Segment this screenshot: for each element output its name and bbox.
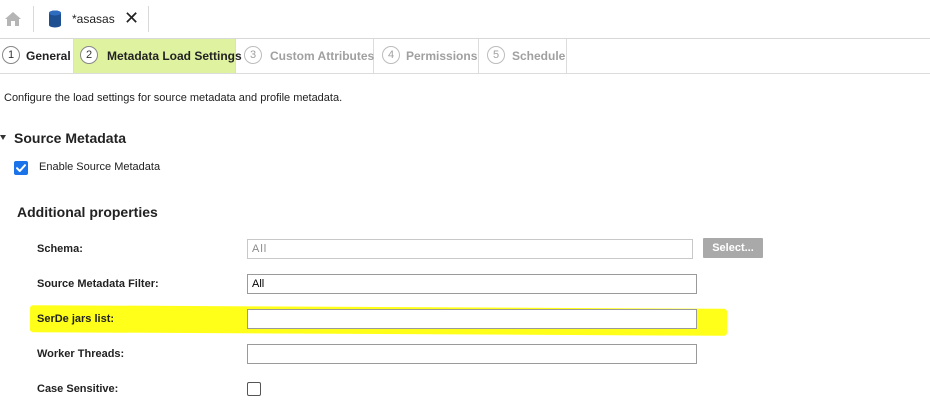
- section-title: Source Metadata: [14, 130, 127, 146]
- top-tab-bar: *asasas ✕: [0, 0, 930, 39]
- source-metadata-filter-label: Source Metadata Filter:: [37, 278, 159, 290]
- worker-threads-input[interactable]: [247, 344, 697, 364]
- case-sensitive-label: Case Sensitive:: [37, 383, 119, 395]
- step-number: 5: [487, 46, 505, 64]
- divider: [148, 6, 149, 32]
- worker-threads-label: Worker Threads:: [37, 348, 125, 360]
- step-number: 3: [244, 46, 262, 64]
- close-tab-icon[interactable]: ✕: [124, 9, 139, 27]
- checkmark-icon: [16, 164, 26, 172]
- serde-jars-list-label: SerDe jars list:: [37, 313, 115, 325]
- case-sensitive-checkbox[interactable]: [247, 382, 261, 396]
- step-schedule[interactable]: 5 Schedule: [479, 39, 567, 73]
- home-icon[interactable]: [4, 10, 22, 28]
- step-number: 1: [2, 46, 20, 64]
- divider: [33, 6, 34, 32]
- step-label: Schedule: [512, 49, 566, 63]
- select-schema-button[interactable]: Select...: [703, 238, 763, 258]
- schema-field[interactable]: [247, 239, 693, 259]
- enable-source-metadata-label: Enable Source Metadata: [39, 161, 161, 173]
- step-general[interactable]: 1 General: [0, 39, 74, 73]
- step-label: Metadata Load Settings: [107, 49, 242, 63]
- step-permissions[interactable]: 4 Permissions: [374, 39, 479, 73]
- page-description: Configure the load settings for source m…: [4, 92, 343, 104]
- wizard-steps: 1 General 2 Metadata Load Settings 3 Cus…: [0, 39, 930, 74]
- collapse-triangle-icon[interactable]: [0, 135, 6, 140]
- step-label: Custom Attributes: [270, 49, 375, 63]
- additional-properties-heading: Additional properties: [17, 204, 158, 220]
- step-number: 2: [80, 46, 98, 64]
- database-icon: [48, 10, 62, 33]
- step-label: General: [26, 49, 71, 63]
- source-metadata-filter-input[interactable]: [247, 274, 697, 294]
- step-metadata-load-settings[interactable]: 2 Metadata Load Settings: [74, 39, 242, 73]
- serde-jars-list-input[interactable]: [247, 309, 697, 329]
- step-custom-attributes[interactable]: 3 Custom Attributes: [236, 39, 374, 73]
- schema-label: Schema:: [37, 243, 83, 255]
- step-label: Permissions: [406, 49, 478, 63]
- step-number: 4: [382, 46, 400, 64]
- document-tab-title: *asasas: [72, 12, 115, 26]
- document-tab[interactable]: *asasas ✕: [40, 0, 148, 38]
- enable-source-metadata-checkbox[interactable]: [14, 161, 28, 175]
